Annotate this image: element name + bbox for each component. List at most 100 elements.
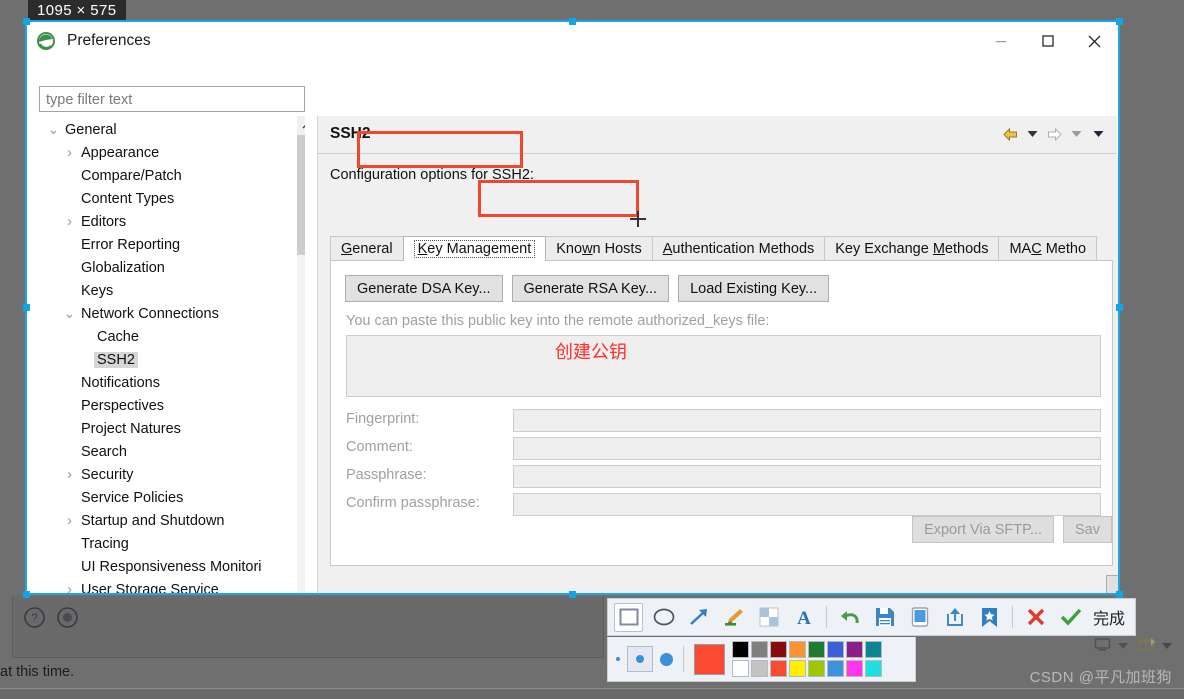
chevron-right-icon[interactable]: › [61,210,78,233]
color-swatch[interactable] [846,641,863,658]
done-label[interactable]: 完成 [1093,605,1125,629]
chevron-down-icon[interactable] [1116,637,1134,653]
tree-vertical-scrollbar[interactable] [297,116,305,593]
maximize-button[interactable] [1024,22,1071,60]
back-arrow-icon[interactable] [999,123,1021,145]
share-tool[interactable] [940,603,969,632]
selection-handle-tr[interactable] [1116,18,1123,25]
tab-key-management[interactable]: Key Management [402,236,547,261]
selection-handle-bl[interactable] [23,591,30,598]
tree-item-appearance[interactable]: › Appearance [39,141,287,164]
color-swatch[interactable] [751,641,768,658]
color-swatch[interactable] [827,641,844,658]
forward-arrow-icon[interactable] [1043,123,1065,145]
brush-tool[interactable] [719,603,748,632]
color-swatch[interactable] [827,660,844,677]
back-dropdown-icon[interactable] [1021,123,1043,145]
window-titlebar[interactable]: Preferences [27,22,1118,60]
monitor-icon[interactable] [1094,637,1112,653]
rectangle-tool[interactable] [614,602,643,632]
arrow-tool[interactable] [684,603,713,632]
save-tool[interactable] [870,603,899,632]
selection-handle-tl[interactable] [23,18,30,25]
favorite-tool[interactable] [975,603,1004,632]
tab-authentication-methods[interactable]: Authentication Methods [651,236,826,261]
tree-item-keys[interactable]: Keys [39,279,287,302]
current-color-swatch[interactable] [694,643,725,675]
tree-item-network-connections[interactable]: ⌄ Network Connections [39,302,287,325]
tree-item-perspectives[interactable]: Perspectives [39,394,287,417]
scroll-up-button[interactable] [297,116,305,135]
color-swatch[interactable] [808,660,825,677]
undo-tool[interactable] [835,603,864,632]
size-medium-option[interactable] [627,646,653,672]
tab-general[interactable]: General [330,236,404,261]
color-swatch[interactable] [770,660,787,677]
input-confirm-passphrase[interactable] [513,493,1101,516]
button-generate-rsa-key[interactable]: Generate RSA Key... [511,275,670,302]
help-circle-icon[interactable]: ? [23,606,46,634]
tab-key-exchange-methods[interactable]: Key Exchange Methods [824,236,1000,261]
chevron-right-icon[interactable]: › [61,141,78,164]
color-swatch[interactable] [789,660,806,677]
selection-handle-bm[interactable] [569,591,576,598]
button-load-existing-key[interactable]: Load Existing Key... [678,275,830,302]
color-swatch[interactable] [789,641,806,658]
button-generate-dsa-key[interactable]: Generate DSA Key... [345,275,503,302]
tab-mac-metho[interactable]: MAC Metho [998,236,1098,261]
input-comment[interactable] [513,437,1101,460]
tree-item-general[interactable]: ⌄ General [39,118,287,141]
tree-item-globalization[interactable]: Globalization [39,256,287,279]
tree-item-security[interactable]: › Security [39,463,287,486]
tree-scroll-thumb[interactable] [297,135,305,255]
tree-item-compare-patch[interactable]: Compare/Patch [39,164,287,187]
close-button[interactable] [1071,22,1118,60]
chevron-right-icon[interactable]: › [61,509,78,532]
chevron-down-icon[interactable] [1160,637,1178,653]
button-sav[interactable]: Sav [1063,516,1112,543]
record-circle-icon[interactable] [56,606,79,634]
tree-item-content-types[interactable]: Content Types [39,187,287,210]
preferences-tree[interactable]: ⌄ General › Appearance Compare/Patch Conten… [39,116,305,593]
forward-dropdown-icon[interactable] [1065,123,1087,145]
tree-item-tracing[interactable]: Tracing [39,532,287,555]
tree-item-error-reporting[interactable]: Error Reporting [39,233,287,256]
color-swatch[interactable] [770,641,787,658]
color-swatch[interactable] [808,641,825,658]
size-large-option[interactable] [660,652,673,666]
size-small-option[interactable] [616,657,620,661]
chevron-down-icon[interactable]: ⌄ [45,118,62,141]
window-move-icon[interactable] [1138,637,1156,653]
pin-tool[interactable] [905,603,934,632]
color-swatch[interactable] [751,660,768,677]
tree-item-service-policies[interactable]: Service Policies [39,486,287,509]
tree-item-notifications[interactable]: Notifications [39,371,287,394]
color-swatch[interactable] [865,660,882,677]
confirm-tool[interactable] [1056,603,1085,632]
tree-item-project-natures[interactable]: Project Natures [39,417,287,440]
selection-handle-br[interactable] [1116,591,1123,598]
tree-item-search[interactable]: Search [39,440,287,463]
text-tool[interactable]: A [789,603,818,632]
selection-handle-ml[interactable] [23,304,30,311]
chevron-down-icon[interactable]: ⌄ [61,302,78,325]
tree-item-ui-responsiveness-monitori[interactable]: UI Responsiveness Monitori [39,555,287,578]
selection-handle-tm[interactable] [569,18,576,25]
menu-dropdown-icon[interactable] [1087,123,1109,145]
tree-item-ssh2[interactable]: SSH2 [39,348,287,371]
filter-input[interactable]: type filter text [39,86,305,112]
minimize-button[interactable] [977,22,1024,60]
input-passphrase[interactable] [513,465,1101,488]
button-export-via-sftp[interactable]: Export Via SFTP... [912,516,1054,543]
tree-item-startup-and-shutdown[interactable]: › Startup and Shutdown [39,509,287,532]
tree-item-cache[interactable]: Cache [39,325,287,348]
color-swatch[interactable] [846,660,863,677]
cancel-tool[interactable] [1021,603,1050,632]
input-fingerprint[interactable] [513,409,1101,432]
color-swatch[interactable] [732,660,749,677]
selection-handle-mr[interactable] [1116,304,1123,311]
color-swatch[interactable] [732,641,749,658]
tree-item-editors[interactable]: › Editors [39,210,287,233]
color-swatch[interactable] [865,641,882,658]
public-key-textarea[interactable]: 创建公钥 [346,335,1101,397]
